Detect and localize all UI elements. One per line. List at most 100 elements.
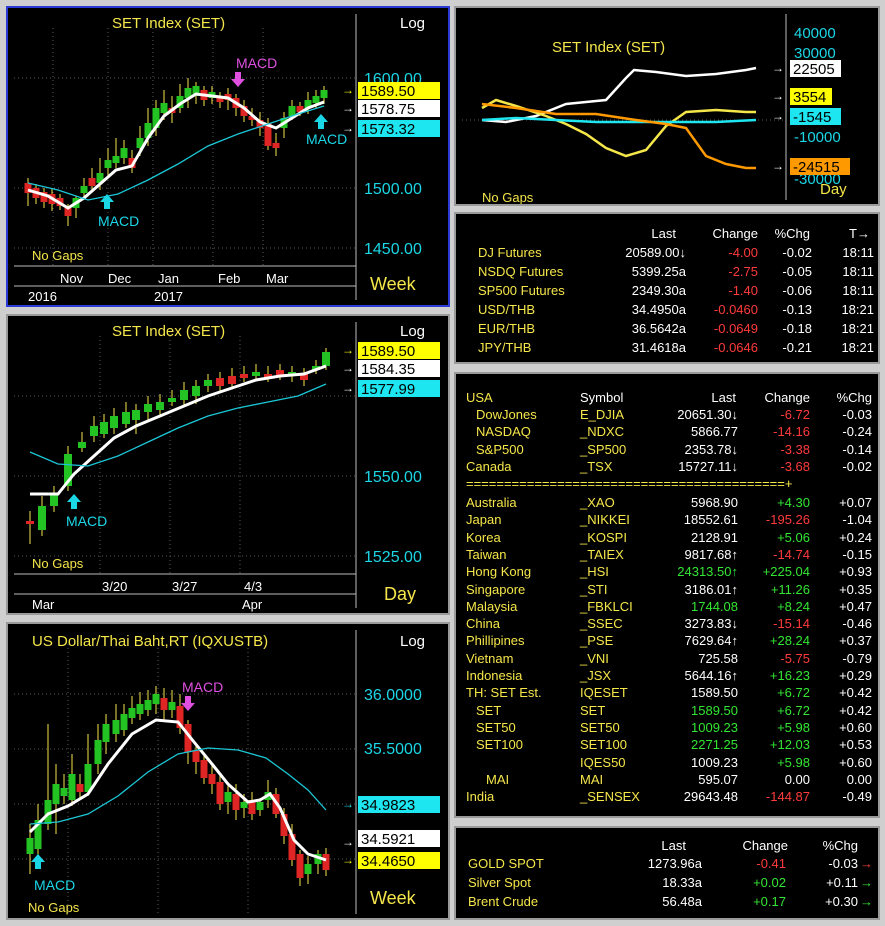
candle-body (80, 186, 88, 193)
futures-row[interactable]: SP500 Futures 2349.30a -1.40 -0.06 18:11 (456, 283, 878, 300)
scale-label: Log (400, 323, 425, 340)
market-row[interactable]: Phillipines _PSE 7629.64↑ +28.24 +0.37 (456, 633, 878, 650)
commodity-row[interactable]: GOLD SPOT 1273.96a -0.41 -0.03 → (456, 856, 878, 873)
set-flow-panel[interactable]: SET Index (SET) No Gaps 40000 30000 -10000 -3… (454, 6, 880, 206)
market-pct: -1.04 (842, 512, 872, 528)
futures-last: 36.5642a (631, 321, 686, 336)
set-daily-panel[interactable]: SET Index (SET) Log MACD No Gaps 1550.00 1525… (6, 314, 450, 615)
market-row[interactable]: Japan _NIKKEI 18552.61 -195.26 -1.04 (456, 512, 878, 529)
market-change: +16.23 (769, 668, 810, 683)
candle-body (78, 442, 86, 448)
market-name: SET50 (476, 719, 516, 735)
market-name: DowJones (476, 407, 537, 422)
candle-body (144, 404, 152, 412)
futures-pct: -0.05 (782, 264, 812, 279)
date-label: 4/3 (244, 579, 262, 594)
futures-pct: -0.13 (782, 302, 812, 317)
market-row[interactable]: DowJones E_DJIA 20651.30↓ -6.72 -0.03 (456, 407, 878, 424)
market-row[interactable]: Malaysia _FBKLCI 1744.08 +8.24 +0.47 (456, 599, 878, 616)
futures-pct: -0.21 (782, 340, 812, 355)
market-last: 2128.91 (691, 529, 738, 545)
market-pct: +0.24 (839, 529, 872, 545)
flow-label: 3554 (793, 89, 826, 106)
market-row[interactable]: Singapore _STI 3186.01↑ +11.26 +0.35 (456, 582, 878, 599)
candle-body (296, 854, 304, 878)
commodities-panel[interactable]: Last Change %Chg GOLD SPOT 1273.96a -0.41 -0.0… (454, 826, 880, 920)
market-name: Singapore (466, 581, 526, 597)
commodity-row[interactable]: Brent Crude 56.48a +0.17 +0.30 → (456, 894, 878, 911)
futures-row[interactable]: DJ Futures 20589.00↓ -4.00 -0.02 18:11 (456, 245, 878, 262)
candle-body (26, 521, 34, 524)
market-row[interactable]: Australia _XAO 5968.90 +4.30 +0.07 (456, 495, 878, 512)
market-row[interactable]: Hong Kong _HSI 24313.50↑ +225.04 +0.93 (456, 564, 878, 581)
pointer-arrow-icon: → (772, 89, 784, 103)
y-tick-label: 1550.00 (364, 469, 422, 486)
market-row[interactable]: Canada _TSX 15727.11↓ -3.68 -0.02 (456, 459, 878, 476)
market-last: 9817.68↑ (684, 546, 739, 562)
market-change: +225.04 (762, 564, 810, 580)
candle-body (112, 156, 120, 163)
month-label: Mar (32, 597, 55, 612)
market-row[interactable]: Indonesia _JSX 5644.16↑ +16.23 +0.29 (456, 668, 878, 685)
commodity-row[interactable]: Silver Spot 18.33a +0.02 +0.11 → (456, 875, 878, 892)
market-row[interactable]: TH: SET Est. IQESET 1589.50 +6.72 +0.42 (456, 685, 878, 702)
futures-name: DJ Futures (478, 245, 542, 260)
pointer-arrow-icon: → (772, 159, 784, 173)
markets-panel[interactable]: USA Symbol Last Change %Chg DowJones E_DJIA 206… (454, 372, 880, 818)
chart-title: SET Index (SET) (112, 323, 225, 340)
chart-title: SET Index (SET) (552, 39, 665, 56)
period-label: Week (370, 274, 417, 294)
futures-header: Last Change %Chg T→ (456, 226, 878, 243)
commodity-name: GOLD SPOT (468, 856, 544, 871)
y-tick-label: 1450.00 (364, 241, 422, 258)
date-label: 3/20 (102, 579, 127, 594)
commodity-pct: +0.11 (826, 875, 858, 890)
commodity-name: Silver Spot (468, 875, 531, 890)
market-row[interactable]: SET100 SET100 2271.25 +12.03 +0.53 (456, 737, 878, 754)
market-name: Australia (466, 495, 517, 510)
chart-title: SET Index (SET) (112, 15, 225, 32)
futures-row[interactable]: NSDQ Futures 5399.25a -2.75 -0.05 18:11 (456, 264, 878, 281)
market-name: Japan (466, 512, 502, 528)
usdthb-weekly-panel[interactable]: US Dollar/Thai Baht,RT (IQXUSTB) Log MACD M… (6, 622, 450, 920)
month-label: Nov (60, 271, 84, 286)
market-row[interactable]: MAI MAI 595.07 0.00 0.00 (456, 772, 878, 789)
macd-label-top: MACD (182, 679, 223, 695)
market-change: +12.03 (769, 737, 810, 753)
month-label: Mar (266, 271, 289, 286)
market-row[interactable]: SET50 SET50 1009.23 +5.98 +0.60 (456, 720, 878, 737)
market-pct: +0.53 (839, 737, 872, 753)
pointer-arrow-icon: → (342, 797, 354, 811)
market-last: 3186.01↑ (684, 581, 739, 597)
ma-fast-line (30, 364, 327, 496)
market-last: 2353.78↓ (684, 441, 739, 457)
candle-body (272, 143, 280, 148)
futures-row[interactable]: EUR/THB 36.5642a -0.0649 -0.18 18:21 (456, 321, 878, 338)
futures-name: USD/THB (478, 302, 536, 317)
market-row[interactable]: India _SENSEX 29643.48 -144.87 -0.49 (456, 789, 878, 806)
futures-panel[interactable]: Last Change %Chg T→ DJ Futures 20589.00↓ -4.00… (454, 212, 880, 364)
market-row[interactable]: SET SET 1589.50 +6.72 +0.42 (456, 703, 878, 720)
market-last: 20651.30↓ (677, 407, 738, 422)
market-row[interactable]: Korea _KOSPI 2128.91 +5.06 +0.24 (456, 530, 878, 547)
market-row[interactable]: Taiwan _TAIEX 9817.68↑ -14.74 -0.15 (456, 547, 878, 564)
candle-body (68, 774, 76, 800)
market-row[interactable]: IQES50 1009.23 +5.98 +0.60 (456, 755, 878, 772)
market-name: Hong Kong (466, 564, 532, 580)
futures-time: 18:21 (841, 302, 874, 317)
candle-body (192, 750, 200, 762)
market-row[interactable]: S&P500 _SP500 2353.78↓ -3.38 -0.14 (456, 442, 878, 459)
market-pct: -0.49 (842, 789, 872, 805)
market-row[interactable]: China _SSEC 3273.83↓ -15.14 -0.46 (456, 616, 878, 633)
market-name: China (466, 616, 500, 632)
futures-row[interactable]: JPY/THB 31.4618a -0.0646 -0.21 18:21 (456, 340, 878, 357)
month-label: Feb (218, 271, 240, 286)
header-change: Change (712, 226, 758, 241)
market-row[interactable]: NASDAQ _NDXC 5866.77 -14.16 -0.24 (456, 424, 878, 441)
market-row[interactable]: Vietnam _VNI 725.58 -5.75 -0.79 (456, 651, 878, 668)
header-last: Last (651, 226, 676, 241)
futures-row[interactable]: USD/THB 34.4950a -0.0460 -0.13 18:21 (456, 302, 878, 319)
period-label: Week (370, 888, 417, 908)
set-weekly-panel[interactable]: SET Index (SET) Log MACD MACD MACD No Gaps 160… (6, 6, 450, 307)
candle-body (160, 698, 168, 710)
